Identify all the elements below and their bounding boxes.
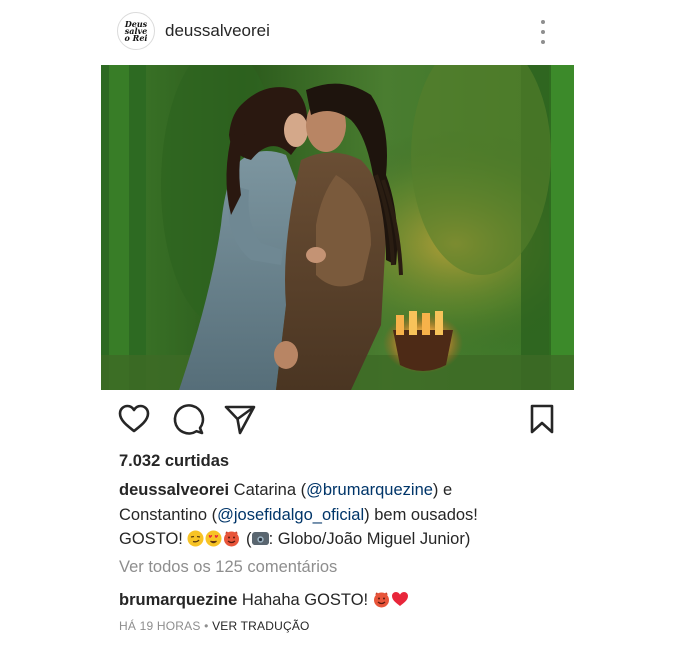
avatar-logo-text: Deus salve o Rei (124, 18, 148, 43)
share-button[interactable] (223, 402, 257, 436)
like-button[interactable] (117, 402, 151, 436)
camera-emoji-icon (251, 532, 269, 545)
comment-bubble-icon (173, 404, 205, 435)
more-vertical-icon-dot (541, 40, 545, 44)
view-all-comments-link[interactable]: Ver todos os 125 comentários (119, 558, 337, 577)
heart-eyes-emoji-icon (205, 530, 222, 547)
post-meta: HÁ 19 HORAS • VER TRADUÇÃO (119, 619, 310, 633)
red-heart-emoji-icon (391, 592, 408, 606)
caption-text-4: ( (241, 530, 252, 548)
top-comment: brumarquezine Hahaha GOSTO! (119, 591, 409, 610)
smiling-devil-emoji-icon (224, 530, 240, 547)
see-translation-link[interactable]: VER TRADUÇÃO (212, 619, 310, 633)
more-options-button[interactable] (535, 18, 551, 46)
paper-plane-icon (224, 405, 256, 435)
smiling-devil-emoji-icon (373, 591, 389, 608)
smirk-emoji-icon (187, 530, 204, 547)
caption-text-1: Catarina ( (233, 481, 307, 499)
post-header: Deus salve o Rei deussalveorei (117, 12, 557, 52)
post-photo[interactable] (101, 65, 574, 390)
more-vertical-icon (541, 20, 545, 24)
caption-text-5: : Globo/João Miguel Junior) (268, 530, 471, 548)
caption-username[interactable]: deussalveorei (119, 481, 229, 499)
post-actions (117, 402, 557, 438)
avatar[interactable]: Deus salve o Rei (117, 12, 155, 50)
bookmark-outline-icon (530, 404, 554, 434)
likes-count[interactable]: 7.032 curtidas (119, 452, 229, 471)
caption-mention-2[interactable]: @josefidalgo_oficial (217, 506, 364, 524)
comment-button[interactable] (171, 402, 205, 436)
comment-username[interactable]: brumarquezine (119, 591, 237, 609)
save-button[interactable] (525, 402, 559, 436)
post-caption: deussalveorei Catarina (@brumarquezine) … (119, 478, 539, 552)
caption-mention-1[interactable]: @brumarquezine (306, 481, 433, 499)
heart-outline-icon (118, 404, 150, 433)
post-timestamp: HÁ 19 HORAS (119, 619, 201, 633)
comment-text: Hahaha GOSTO! (241, 591, 369, 609)
post-photo-image (101, 65, 574, 390)
more-vertical-icon-dot (541, 30, 545, 34)
header-username[interactable]: deussalveorei (165, 21, 270, 41)
meta-separator: • (204, 619, 209, 633)
